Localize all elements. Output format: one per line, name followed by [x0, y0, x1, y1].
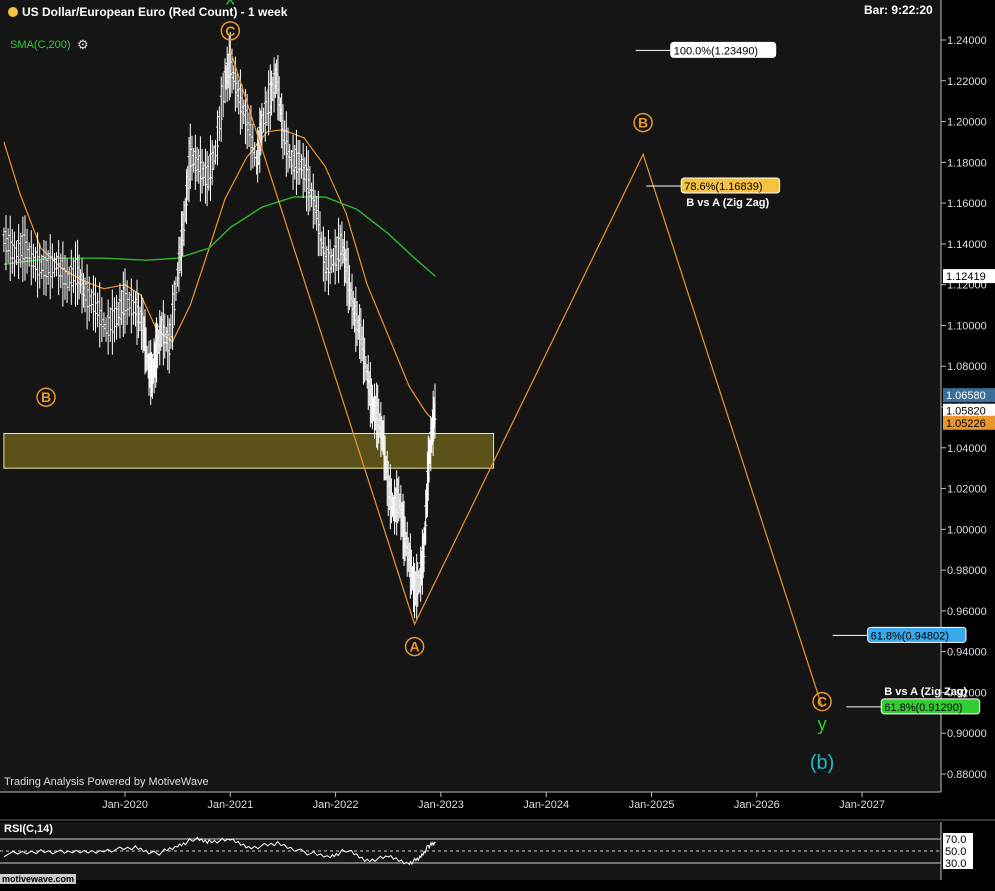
y-tick-label: 1.24000 [947, 35, 987, 47]
fib-note-label: B vs A (Zig Zag) [686, 197, 769, 209]
x-tick-label: Jan-2024 [523, 799, 569, 811]
x-tick-label: Jan-2023 [418, 799, 464, 811]
wave-label-text: C [817, 694, 827, 710]
fib-note-label: B vs A (Zig Zag) [884, 686, 967, 698]
bar-timer: Bar: 9:22:20 [864, 3, 933, 17]
degree-label: y [818, 714, 827, 734]
status-dot-icon [8, 7, 18, 17]
fib-level-label: 61.8%(0.91290) [884, 702, 962, 714]
wave-label-text: A [410, 639, 420, 655]
rsi-tick-label: 50.0 [945, 846, 966, 858]
y-tick-label: 0.94000 [947, 647, 987, 659]
x-tick-label: Jan-2027 [839, 799, 885, 811]
y-tick-label: 1.22000 [947, 76, 987, 88]
y-tick-label: 1.00000 [947, 524, 987, 536]
y-tick-label: 0.88000 [947, 769, 987, 781]
x-tick-label: Jan-2020 [102, 799, 148, 811]
wave-label-text: B [41, 389, 51, 405]
credit-text: Trading Analysis Powered by MotiveWave [4, 776, 209, 788]
wave-label-text: B [638, 115, 648, 131]
y-tick-label: 1.16000 [947, 198, 987, 210]
y-tick-label: 1.08000 [947, 361, 987, 373]
chart-root: 0.88000 0.90000 0.92000 0.94000 0.96000 0.980… [0, 0, 995, 886]
wave-label-text: C [225, 23, 235, 39]
y-tick-label: 1.20000 [947, 117, 987, 129]
x-tick-label: Jan-2025 [629, 799, 675, 811]
price-tag-label: 1.06580 [946, 390, 986, 402]
chart-svg: 0.880000.900000.920000.940000.960000.980… [0, 0, 995, 886]
y-tick-label: 1.14000 [947, 239, 987, 251]
fib-level-label: 78.6%(1.16839) [684, 181, 762, 193]
plot-background [0, 0, 941, 792]
chart-title-row: US Dollar/European Euro (Red Count) - 1 … [8, 5, 287, 19]
y-tick-label: 0.96000 [947, 606, 987, 618]
y-tick-label: 1.18000 [947, 157, 987, 169]
motivewave-logo: motivewave.com [0, 874, 77, 884]
degree-label: (b) [810, 752, 834, 774]
fib-level-label: 100.0%(1.23490) [674, 45, 758, 57]
support-zone [3, 433, 495, 469]
gear-icon[interactable]: ⚙ [77, 37, 89, 53]
rsi-tick-label: 70.0 [945, 834, 966, 846]
y-tick-label: 1.10000 [947, 320, 987, 332]
y-tick-label: 1.02000 [947, 484, 987, 496]
x-tick-label: Jan-2026 [734, 799, 780, 811]
x-tick-label: Jan-2021 [207, 799, 253, 811]
y-tick-label: 1.04000 [947, 443, 987, 455]
price-tag-label: 1.05226 [946, 418, 986, 430]
rsi-tick-label: 30.0 [945, 858, 966, 870]
chart-title: US Dollar/European Euro (Red Count) - 1 … [22, 5, 288, 19]
price-tag-label: 1.12419 [946, 271, 986, 283]
sma-legend-label[interactable]: SMA(C,200) [10, 39, 71, 51]
y-tick-label: 0.98000 [947, 565, 987, 577]
rsi-title: RSI(C,14) [4, 823, 53, 835]
fib-level-label: 61.8%(0.94802) [871, 630, 949, 642]
x-tick-label: Jan-2022 [313, 799, 359, 811]
y-tick-label: 0.90000 [947, 728, 987, 740]
